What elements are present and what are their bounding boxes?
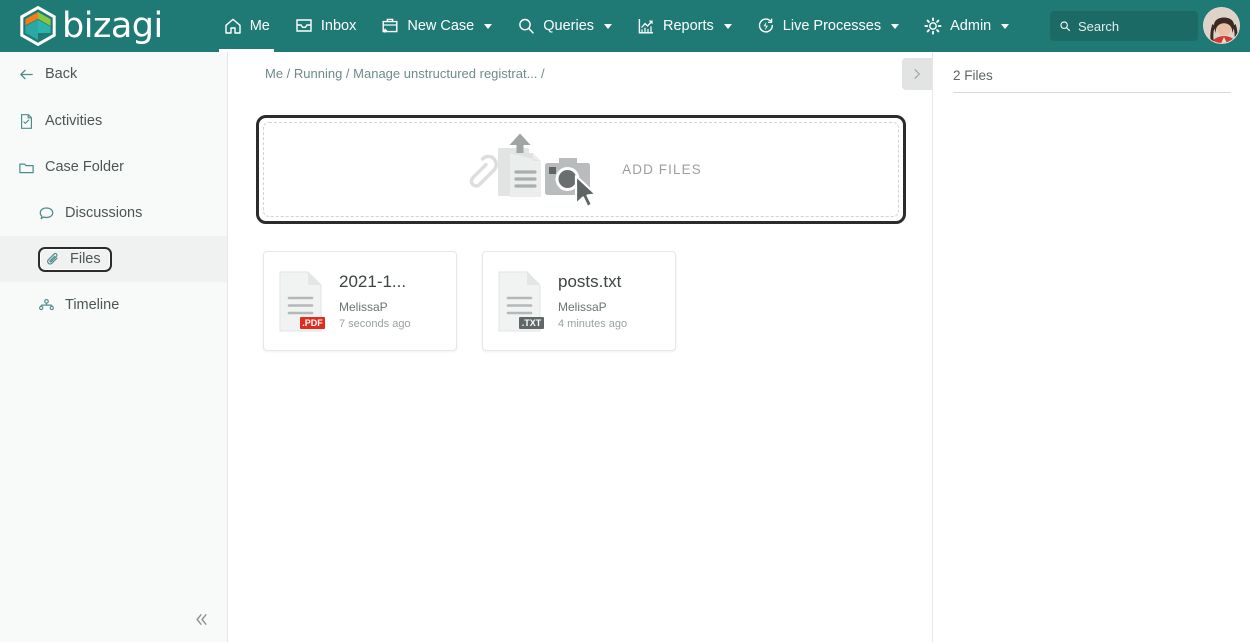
add-files-dropzone[interactable]: ADD FILES [263,122,899,217]
sidebar-item-timeline[interactable]: Timeline [0,282,227,328]
nav-item-queries[interactable]: Queries [504,0,624,52]
sidebar-item-discussions[interactable]: Discussions [0,190,227,236]
nav-item-admin[interactable]: Admin [911,0,1021,52]
bar-chart-icon [638,19,654,34]
arrow-left-icon [20,69,33,79]
nav-label-new-case: New Case [407,18,475,34]
nav-item-new-case[interactable]: New Case [368,0,504,52]
brand-name: bizagi [62,5,163,46]
sidebar-back-button[interactable]: Back [0,52,227,96]
file-name: posts.txt [558,272,622,292]
nav-item-inbox[interactable]: Inbox [282,0,368,52]
chevron-down-icon [1001,23,1010,29]
nav-label-admin: Admin [950,18,992,34]
search-icon [1060,21,1070,32]
nav-label-queries: Queries [543,18,595,34]
file-name: 2021-1... [339,272,407,292]
sidebar-label-discussions: Discussions [65,205,143,221]
right-panel-toggle-button[interactable] [902,58,932,90]
gear-icon [924,17,942,35]
chevron-down-icon [723,23,732,29]
speech-bubble-icon [39,206,54,219]
lightning-circle-icon [758,18,773,33]
svg-text:.TXT: .TXT [522,318,542,328]
file-timestamp: 4 minutes ago [558,317,628,330]
nav-label-live-processes: Live Processes [782,18,882,34]
sidebar-item-case-folder[interactable]: Case Folder [0,144,227,190]
breadcrumb[interactable]: Me / Running / Manage unstructured regis… [265,66,545,81]
right-panel: 2 Files [934,52,1250,642]
nav-item-me[interactable]: Me [211,0,282,52]
nav-label-reports: Reports [663,18,714,34]
file-owner: MelissaP [339,299,388,314]
file-card[interactable]: .TXT posts.txt MelissaP 4 minutes ago [482,251,676,351]
paperclip-icon [469,154,499,188]
add-files-label: ADD FILES [622,162,702,177]
search-input[interactable] [1077,18,1189,34]
timeline-nodes-icon [39,298,54,310]
double-chevron-left-icon [195,613,207,625]
sidebar-back-label: Back [45,66,78,82]
magnifier-icon [519,18,534,34]
top-navigation-bar: bizagi Me Inbox New Case Queries Reports… [0,0,1250,52]
brand-logo[interactable]: bizagi [20,6,163,46]
briefcase-plus-icon [382,18,398,33]
main-nav: Me Inbox New Case Queries Reports Live P… [211,0,1022,52]
nav-item-reports[interactable]: Reports [624,0,744,52]
right-panel-divider [953,92,1231,93]
document-check-icon [20,113,33,129]
sidebar-label-activities: Activities [45,113,103,129]
nav-item-live-processes[interactable]: Live Processes [744,0,911,52]
sidebar-label-case-folder: Case Folder [45,159,124,175]
sidebar-label-files: Files [70,251,101,267]
user-avatar[interactable] [1203,7,1240,44]
left-sidebar: Back Activities Case Folder Discussions … [0,52,228,642]
global-search[interactable] [1050,11,1198,41]
sidebar-item-files[interactable]: Files [0,236,227,282]
sidebar-item-activities[interactable]: Activities [0,98,227,144]
chevron-down-icon [604,23,613,29]
sidebar-label-timeline: Timeline [65,297,120,313]
paperclip-icon [47,252,58,265]
nav-label-inbox: Inbox [320,18,357,34]
avatar-photo [1204,8,1239,43]
chevron-down-icon [891,23,900,29]
add-files-dropzone-focus-ring: ADD FILES [256,115,906,224]
file-owner: MelissaP [558,299,607,314]
inbox-tray-icon [296,19,312,32]
file-card-list: .PDF 2021-1... MelissaP 7 seconds ago .T… [263,251,676,351]
file-card[interactable]: .PDF 2021-1... MelissaP 7 seconds ago [263,251,457,351]
folder-icon [19,162,34,173]
nav-label-me: Me [249,18,270,34]
main-content: Me / Running / Manage unstructured regis… [229,52,933,642]
upload-media-graphic-icon [469,133,598,208]
sidebar-collapse-button[interactable] [188,606,214,632]
home-icon [225,18,241,34]
file-timestamp: 7 seconds ago [339,317,411,330]
sidebar-files-focus-ring: Files [38,246,112,272]
chevron-right-icon [914,69,920,79]
file-document-icon: .PDF [279,271,325,331]
chevron-down-icon [484,23,493,29]
right-panel-title: 2 Files [953,68,993,83]
file-document-icon: .TXT [498,271,544,331]
svg-text:.PDF: .PDF [302,318,323,328]
bizagi-hexagon-logo-icon [20,6,56,46]
